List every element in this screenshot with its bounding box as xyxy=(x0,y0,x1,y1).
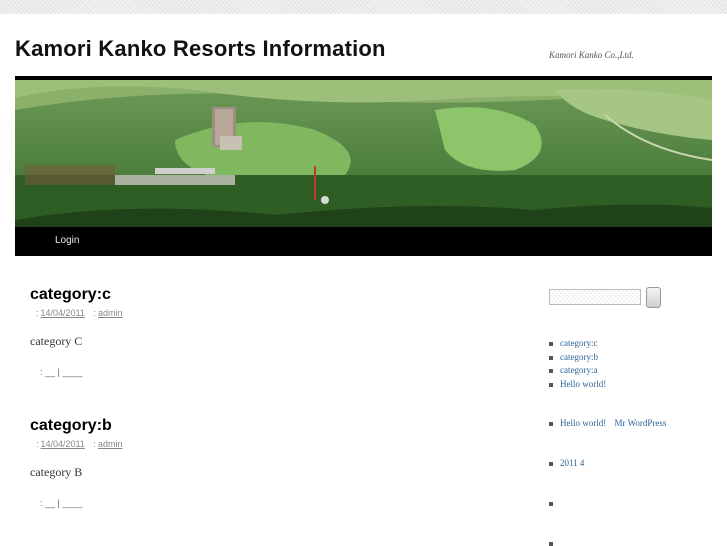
post-meta: :14/04/2011 : admin xyxy=(30,439,510,449)
meta-separator: : xyxy=(93,439,96,449)
meta-separator: : xyxy=(36,439,39,449)
recent-post-link[interactable]: Hello world! xyxy=(560,379,606,389)
list-item: category:c xyxy=(549,337,606,351)
post-title[interactable]: category:b xyxy=(30,417,510,435)
comment-post-link[interactable]: Hello world! xyxy=(560,418,606,428)
post-date-link[interactable]: 14/04/2011 xyxy=(41,308,85,318)
recent-post-link[interactable]: category:a xyxy=(560,365,597,375)
post-content: category B xyxy=(30,465,83,479)
header-banner-image xyxy=(15,80,712,227)
list-item: category:b xyxy=(549,351,606,365)
post-author-link[interactable]: admin xyxy=(98,308,123,318)
archive-link[interactable]: 2011 4 xyxy=(560,458,584,468)
post-author-link[interactable]: admin xyxy=(98,439,123,449)
post-date-link[interactable]: 14/04/2011 xyxy=(41,439,85,449)
post-meta: :14/04/2011 : admin xyxy=(30,308,510,318)
site-title[interactable]: Kamori Kanko Resorts Information xyxy=(15,36,386,62)
list-item: 2011 4 xyxy=(549,457,584,471)
list-item: Hello world! xyxy=(549,378,606,392)
post-footer-links[interactable]: : __ | ____ xyxy=(40,367,510,377)
recent-post-link[interactable]: category:c xyxy=(560,338,597,348)
list-item: category:a xyxy=(549,364,606,378)
list-item: Hello world! Mr WordPress xyxy=(549,417,666,431)
post-article: category:c :14/04/2011 : admin category C… xyxy=(30,286,510,377)
post-content: category C xyxy=(30,334,83,348)
post-footer-links[interactable]: : __ | ____ xyxy=(40,498,510,508)
meta-separator: : xyxy=(93,308,96,318)
search-submit-button[interactable] xyxy=(646,287,661,308)
recent-comments-list: Hello world! Mr WordPress xyxy=(549,417,666,431)
archives-list: 2011 4 xyxy=(549,457,584,471)
top-pattern-strip xyxy=(0,0,727,14)
comment-author-link[interactable]: Mr WordPress xyxy=(615,418,667,428)
post-title[interactable]: category:c xyxy=(30,286,510,304)
meta-separator: : xyxy=(36,308,39,318)
site-description: Kamori Kanko Co.,Ltd. xyxy=(549,50,634,60)
nav-login-link[interactable]: Login xyxy=(55,235,79,246)
post-article: category:b :14/04/2011 : admin category B… xyxy=(30,417,510,508)
recent-post-link[interactable]: category:b xyxy=(560,352,598,362)
recent-posts-list: category:c category:b category:a Hello w… xyxy=(549,337,606,391)
search-input[interactable] xyxy=(549,289,641,305)
main-navigation: Login xyxy=(15,227,712,256)
